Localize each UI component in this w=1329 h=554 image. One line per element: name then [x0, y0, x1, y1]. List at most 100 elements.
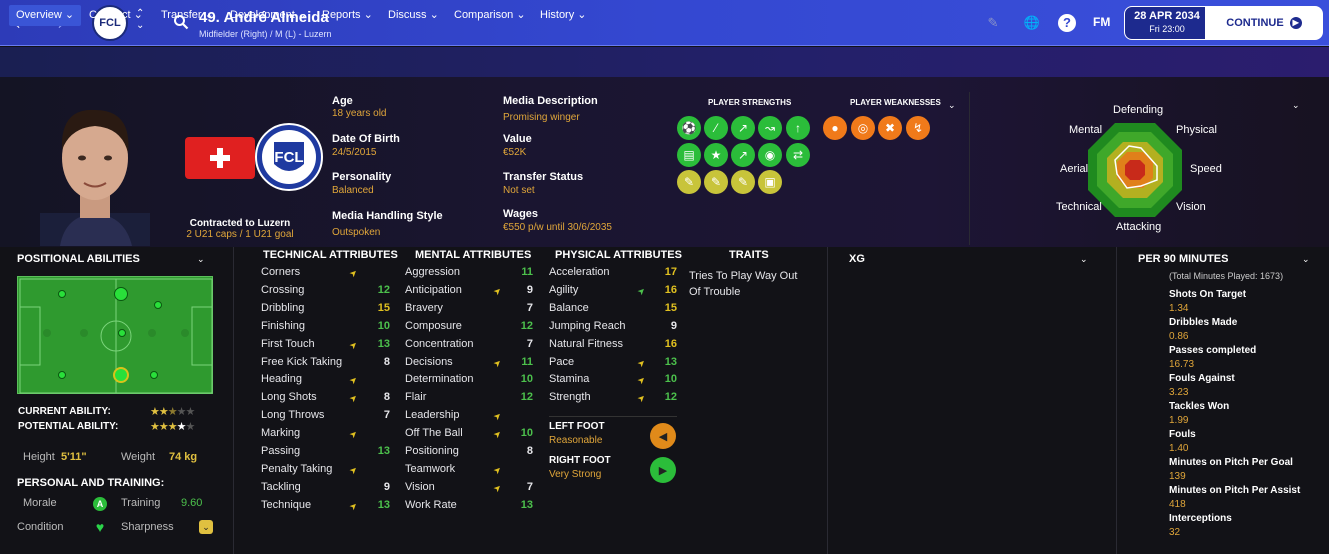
attribute-name[interactable]: Determination: [405, 373, 473, 385]
strength-icon[interactable]: ⚽: [677, 116, 701, 140]
position-dot[interactable]: [150, 371, 158, 379]
attribute-value: 17: [664, 266, 677, 278]
attribute-value: 13: [377, 445, 390, 457]
attribute-name[interactable]: Teamwork: [405, 463, 455, 475]
attribute-name[interactable]: Corners: [261, 266, 300, 278]
tab-discuss[interactable]: Discuss ⌄: [381, 5, 446, 26]
tab-reports[interactable]: Reports ⌄: [315, 5, 380, 26]
tab-history[interactable]: History ⌄: [533, 5, 594, 26]
strength-icon[interactable]: ✎: [677, 170, 701, 194]
attribute-name[interactable]: Aggression: [405, 266, 460, 278]
strength-icon[interactable]: ⁄: [704, 116, 728, 140]
strength-icon[interactable]: ▤: [677, 143, 701, 167]
attribute-name[interactable]: Anticipation: [405, 284, 462, 296]
strength-icon[interactable]: ★: [704, 143, 728, 167]
attribute-name[interactable]: Work Rate: [405, 499, 457, 511]
attribute-name[interactable]: Technique: [261, 499, 311, 511]
xg-chevron-down-icon[interactable]: ⌄: [1080, 254, 1088, 265]
position-dot[interactable]: [118, 329, 126, 337]
strength-icon[interactable]: ↗: [731, 143, 755, 167]
attribute-name[interactable]: Balance: [549, 302, 589, 314]
attribute-name[interactable]: Flair: [405, 391, 426, 403]
tab-comparison[interactable]: Comparison ⌄: [447, 5, 533, 26]
position-dot[interactable]: [43, 329, 51, 337]
attribute-name[interactable]: Decisions: [405, 356, 453, 368]
per90-stat-value: 418: [1169, 499, 1186, 510]
strength-icon[interactable]: ↗: [731, 116, 755, 140]
per90-chevron-down-icon[interactable]: ⌄: [1302, 254, 1310, 265]
attribute-name[interactable]: Natural Fitness: [549, 338, 623, 350]
attribute-name[interactable]: Vision: [405, 481, 435, 493]
weaknesses-title: PLAYER WEAKNESSES: [850, 98, 941, 107]
attribute-name[interactable]: Agility: [549, 284, 578, 296]
strength-icon[interactable]: ✎: [731, 170, 755, 194]
traits-chevron-down-icon[interactable]: ⌄: [948, 100, 956, 111]
attribute-name[interactable]: Bravery: [405, 302, 443, 314]
attribute-value: 9: [383, 480, 390, 493]
attribute-name[interactable]: Acceleration: [549, 266, 610, 278]
position-dot[interactable]: [58, 290, 66, 298]
pitch-map[interactable]: [17, 276, 213, 394]
strength-icon[interactable]: ▣: [758, 170, 782, 194]
strength-icon[interactable]: ⇄: [786, 143, 810, 167]
attribute-name[interactable]: Concentration: [405, 338, 474, 350]
attribute-name[interactable]: Pace: [549, 356, 574, 368]
radar-chevron-down-icon[interactable]: ⌄: [1292, 100, 1300, 111]
position-dot[interactable]: [114, 287, 128, 301]
position-dot[interactable]: [148, 329, 156, 337]
help-icon[interactable]: ?: [1058, 14, 1076, 32]
attribute-name[interactable]: Off The Ball: [405, 427, 463, 439]
tab-contract[interactable]: Contract ⌄: [82, 5, 150, 26]
positional-chevron-down-icon[interactable]: ⌄: [197, 254, 205, 265]
attribute-name[interactable]: Jumping Reach: [549, 320, 625, 332]
club-crest[interactable]: FCL: [254, 122, 324, 192]
attribute-name[interactable]: Stamina: [549, 373, 589, 385]
attribute-name[interactable]: Positioning: [405, 445, 459, 457]
position-dot[interactable]: [58, 371, 66, 379]
attribute-name[interactable]: Tackling: [261, 481, 301, 493]
attribute-value: 12: [520, 391, 533, 404]
attribute-name[interactable]: Heading: [261, 373, 302, 385]
position-dot[interactable]: [154, 301, 162, 309]
strength-icon[interactable]: ✎: [704, 170, 728, 194]
attribute-name[interactable]: Free Kick Taking: [261, 356, 342, 368]
weakness-icon[interactable]: ◎: [851, 116, 875, 140]
tab-development[interactable]: Development ⌄: [223, 5, 314, 26]
morale-grade-icon[interactable]: A: [93, 497, 107, 511]
attribute-name[interactable]: Long Throws: [261, 409, 324, 421]
position-dot[interactable]: [80, 329, 88, 337]
condition-label: Condition: [17, 521, 64, 533]
position-dot-natural[interactable]: [113, 367, 129, 383]
tab-label: Overview: [16, 9, 62, 21]
condition-heart-icon[interactable]: ♥: [93, 520, 107, 534]
attribute-name[interactable]: First Touch: [261, 338, 315, 350]
continue-button[interactable]: CONTINUE ▶: [1205, 6, 1323, 40]
attribute-name[interactable]: Dribbling: [261, 302, 304, 314]
attribute-name[interactable]: Crossing: [261, 284, 304, 296]
tab-overview[interactable]: Overview ⌄: [9, 5, 82, 26]
attribute-name[interactable]: Finishing: [261, 320, 305, 332]
tab-transfer[interactable]: Transfer ⌄: [154, 5, 221, 26]
attribute-name[interactable]: Penalty Taking: [261, 463, 332, 475]
weakness-icon[interactable]: ●: [823, 116, 847, 140]
attribute-name[interactable]: Passing: [261, 445, 300, 457]
attribute-name[interactable]: Strength: [549, 391, 591, 403]
nationality-flag[interactable]: [185, 137, 255, 179]
strength-icon[interactable]: ◉: [758, 143, 782, 167]
strength-icon[interactable]: ↝: [758, 116, 782, 140]
tab-label: Reports: [322, 9, 361, 21]
attribute-name[interactable]: Composure: [405, 320, 462, 332]
fm-logo[interactable]: FM: [1093, 15, 1110, 29]
attribute-name[interactable]: Marking: [261, 427, 300, 439]
date-box[interactable]: 28 APR 2034 Fri 23:00: [1124, 6, 1210, 40]
sharpness-icon[interactable]: ⌄: [199, 520, 213, 534]
strength-icon[interactable]: ↑: [786, 116, 810, 140]
weakness-icon[interactable]: ↯: [906, 116, 930, 140]
attribute-name[interactable]: Long Shots: [261, 391, 317, 403]
weakness-icon[interactable]: ✖: [878, 116, 902, 140]
position-dot[interactable]: [181, 329, 189, 337]
world-icon[interactable]: 🌐: [1022, 13, 1042, 33]
attribute-name[interactable]: Leadership: [405, 409, 459, 421]
edit-pencil-icon[interactable]: ✎: [983, 13, 1003, 33]
trait-text[interactable]: Tries To Play Way Out Of Trouble: [689, 268, 809, 300]
